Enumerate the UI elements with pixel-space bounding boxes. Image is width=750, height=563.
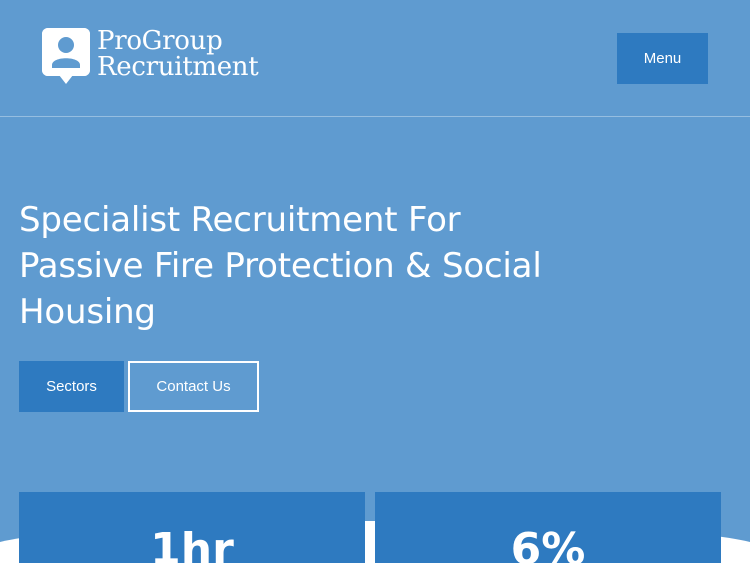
stat-card: 6% [375, 492, 721, 563]
logo-wordmark: ProGroup Recruitment [97, 26, 259, 82]
stat-value: 6% [510, 524, 586, 563]
hero-title-line-1: Specialist Recruitment For [19, 200, 461, 240]
contact-us-button[interactable]: Contact Us [128, 361, 259, 412]
logo-line-2: Recruitment [97, 52, 259, 82]
hero-title-line-3: Housing [19, 292, 156, 332]
site-header: ProGroup Recruitment Menu [0, 0, 750, 117]
hero-title: Specialist Recruitment For Passive Fire … [19, 197, 659, 335]
stat-value: 1hr [150, 524, 234, 563]
sectors-button[interactable]: Sectors [19, 361, 124, 412]
site-logo[interactable]: ProGroup Recruitment [42, 26, 259, 84]
hero-title-line-2: Passive Fire Protection & Social [19, 246, 542, 286]
stat-card: 1hr [19, 492, 365, 563]
menu-button[interactable]: Menu [617, 33, 708, 84]
logo-line-1: ProGroup [97, 26, 223, 56]
user-badge-icon [42, 28, 90, 84]
